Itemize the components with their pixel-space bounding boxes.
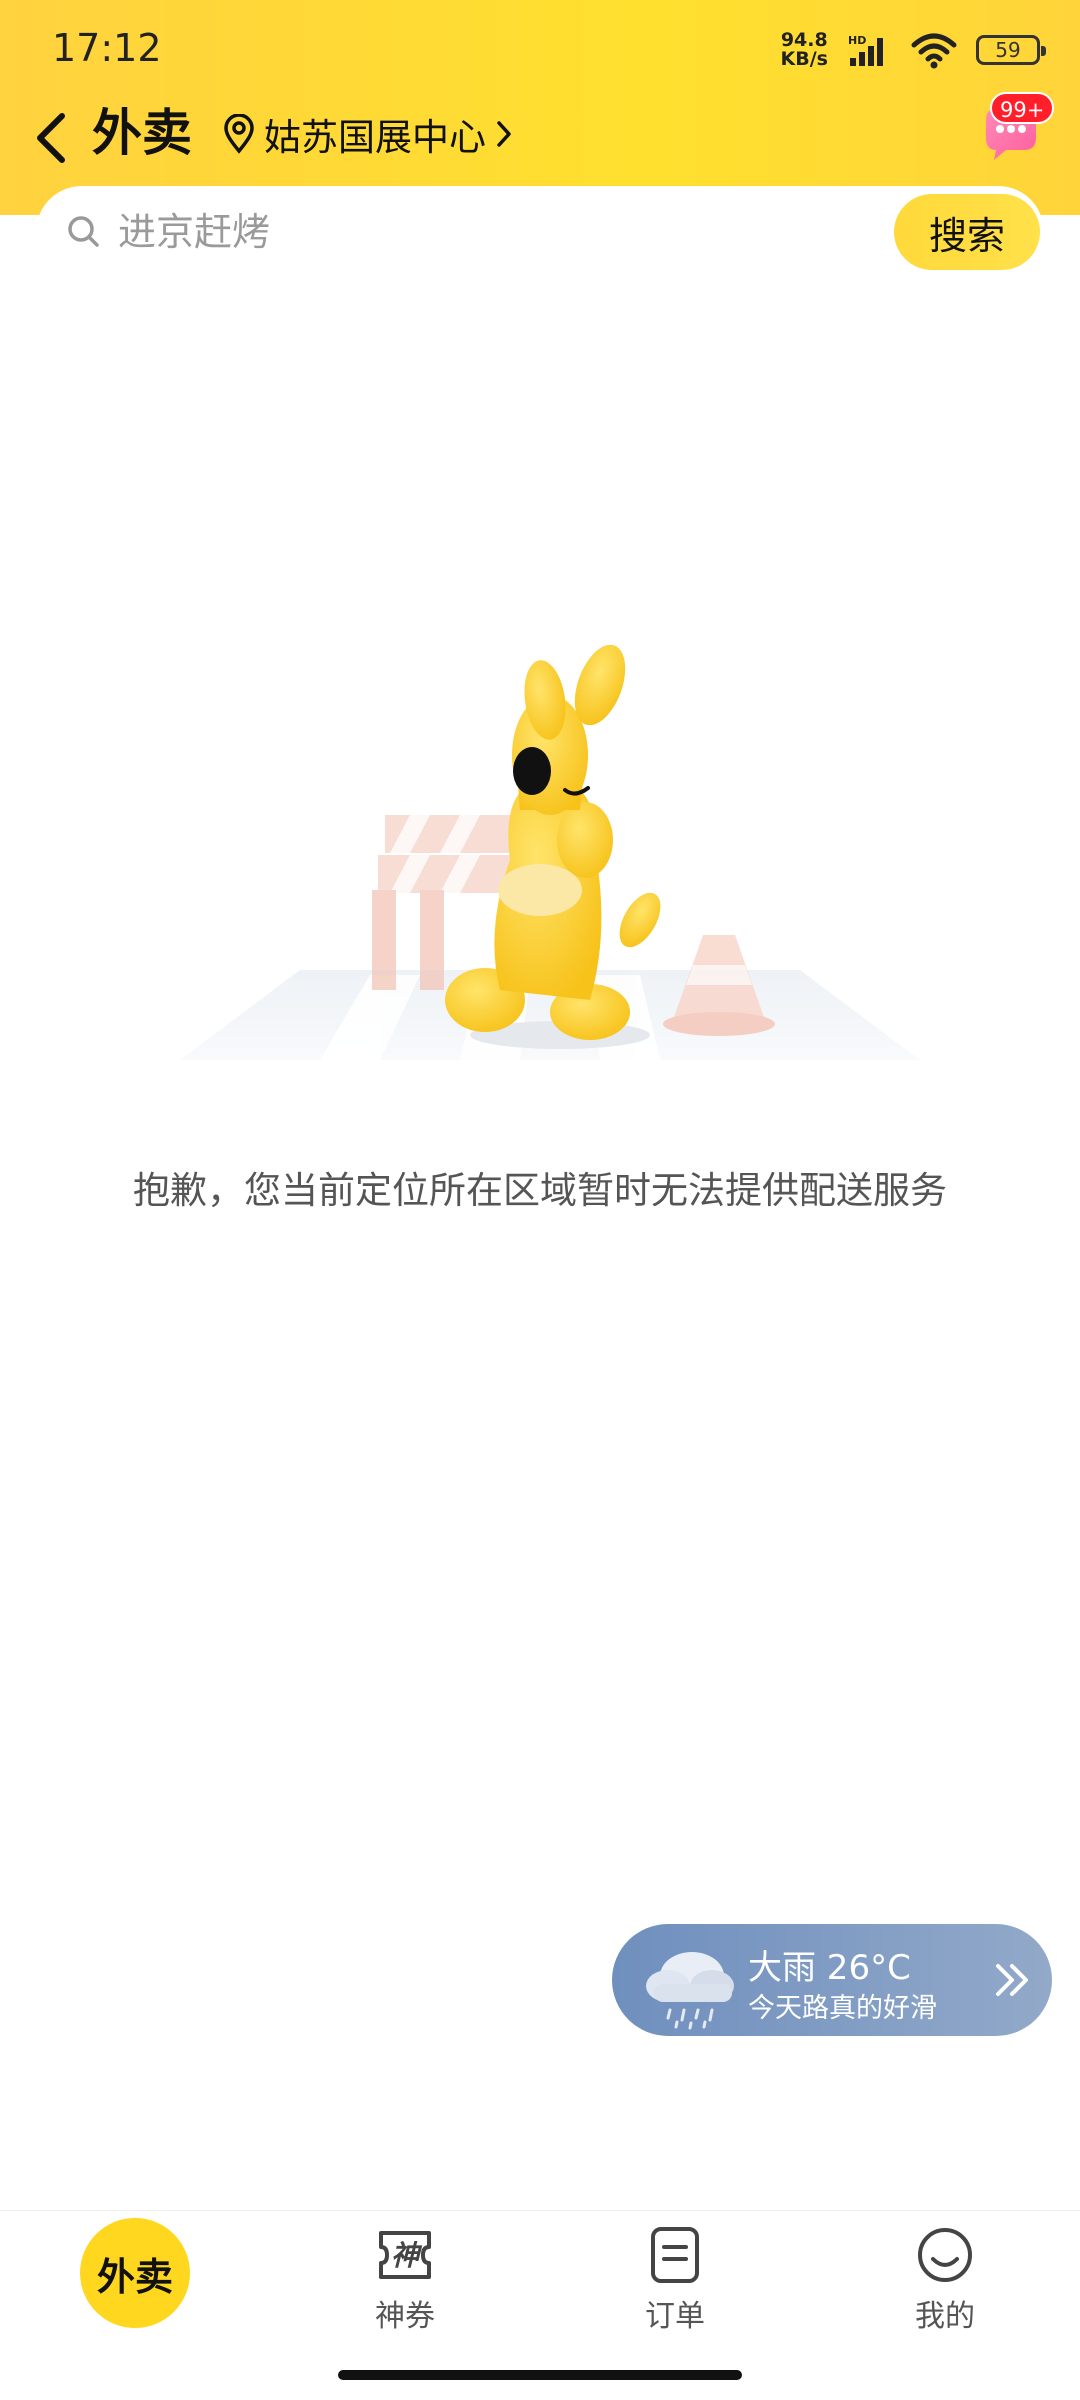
weather-subtitle: 今天路真的好滑: [748, 1993, 937, 2024]
status-icons: 94.8 KB/s HD 59: [780, 28, 1046, 72]
location-pin-icon: [224, 114, 254, 154]
tab-mine[interactable]: 我的: [845, 2211, 1045, 2361]
tab-mine-label: 我的: [915, 2299, 975, 2334]
page-title: 外卖: [92, 104, 192, 162]
header-bar: 17:12 94.8 KB/s HD 59 外卖 姑苏国展中心 99+: [0, 0, 1080, 215]
search-bar: 搜索: [36, 186, 1044, 278]
weather-title: 大雨 26°C: [748, 1948, 911, 1988]
weather-banner[interactable]: 大雨 26°C 今天路真的好滑: [612, 1924, 1052, 2036]
hd-label: HD: [848, 34, 866, 47]
search-button[interactable]: 搜索: [894, 194, 1040, 270]
battery-icon: 59: [976, 35, 1046, 65]
network-speed: 94.8 KB/s: [780, 29, 828, 70]
tab-coupons[interactable]: 神 神券: [305, 2211, 505, 2361]
location-text: 姑苏国展中心: [264, 116, 486, 159]
tab-coupons-label: 神券: [375, 2299, 435, 2334]
status-bar: 17:12 94.8 KB/s HD 59: [0, 0, 1080, 98]
order-list-icon: [651, 2227, 699, 2283]
double-chevron-right-icon: [996, 1964, 1028, 1996]
nav-bar: 外卖 姑苏国展中心: [0, 98, 1080, 178]
empty-state-message: 抱歉，您当前定位所在区域暂时无法提供配送服务: [133, 1169, 947, 1212]
search-input[interactable]: [118, 198, 898, 266]
location-selector[interactable]: 姑苏国展中心: [222, 104, 514, 164]
home-indicator[interactable]: [338, 2370, 742, 2380]
empty-state-illustration: [180, 644, 920, 1060]
rain-cloud-icon: [646, 1952, 734, 2030]
tab-orders[interactable]: 订单: [575, 2211, 775, 2361]
search-icon: [68, 216, 99, 247]
back-arrow-icon[interactable]: [28, 108, 78, 168]
status-time: 17:12: [52, 26, 162, 70]
tab-waimai-active[interactable]: 外卖: [80, 2218, 190, 2328]
signal-icon: HD: [848, 34, 883, 66]
wifi-icon: [911, 33, 957, 69]
tab-orders-label: 订单: [645, 2299, 705, 2334]
smiley-profile-icon: [918, 2228, 972, 2282]
coupon-icon: 神: [379, 2231, 431, 2279]
message-badge: 99+: [990, 92, 1055, 124]
chevron-right-icon: [497, 121, 511, 147]
coupon-icon-glyph: 神: [391, 2239, 423, 2272]
